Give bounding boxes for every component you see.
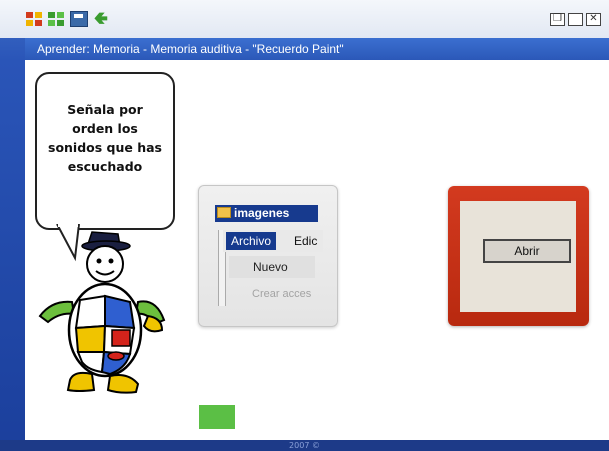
grid-green-icon[interactable]	[48, 12, 64, 26]
footer: 2007 ©	[0, 440, 609, 451]
window-controls: ❐ ✕	[550, 13, 601, 26]
save-icon[interactable]	[70, 11, 88, 27]
folder-window-title[interactable]: imagenes	[215, 205, 318, 222]
speech-bubble: Señala por orden los sonidos que has esc…	[35, 72, 175, 230]
toolbar-icons: 🢀	[26, 11, 108, 28]
instruction-text: Señala por orden los sonidos que has esc…	[48, 102, 162, 174]
green-answer-square[interactable]	[199, 405, 235, 429]
activity-area: Señala por orden los sonidos que has esc…	[25, 60, 609, 440]
window-title: Aprender: Memoria - Memoria auditiva - "…	[25, 38, 609, 60]
close-icon[interactable]: ✕	[586, 13, 601, 26]
menu-bar: Archivo Edic	[223, 230, 323, 252]
abrir-button[interactable]: Abrir	[483, 239, 571, 263]
open-dialog-window: Abrir	[448, 186, 589, 326]
menu-item-crear-acceso[interactable]: Crear acces	[229, 284, 315, 304]
menu-archivo[interactable]: Archivo	[226, 232, 277, 250]
menu-edicion[interactable]: Edic	[294, 232, 317, 250]
restore-icon[interactable]: ❐	[550, 13, 565, 26]
cartoon-character	[38, 231, 166, 394]
folder-title-label: imagenes	[234, 206, 290, 220]
folder-icon	[217, 207, 231, 218]
top-toolbar: 🢀 ❐ ✕	[0, 0, 609, 38]
open-dialog-panel: Abrir	[460, 201, 576, 312]
back-arrow-icon[interactable]: 🢀	[94, 11, 108, 28]
folder-window: imagenes Archivo Edic Nuevo Crear acces	[198, 185, 338, 327]
grid-red-icon[interactable]	[26, 12, 42, 26]
menu-item-nuevo[interactable]: Nuevo	[229, 256, 315, 278]
maximize-icon[interactable]	[568, 13, 583, 26]
app-window: 🢀 ❐ ✕ Aprender: Memoria - Memoria auditi…	[0, 0, 609, 451]
